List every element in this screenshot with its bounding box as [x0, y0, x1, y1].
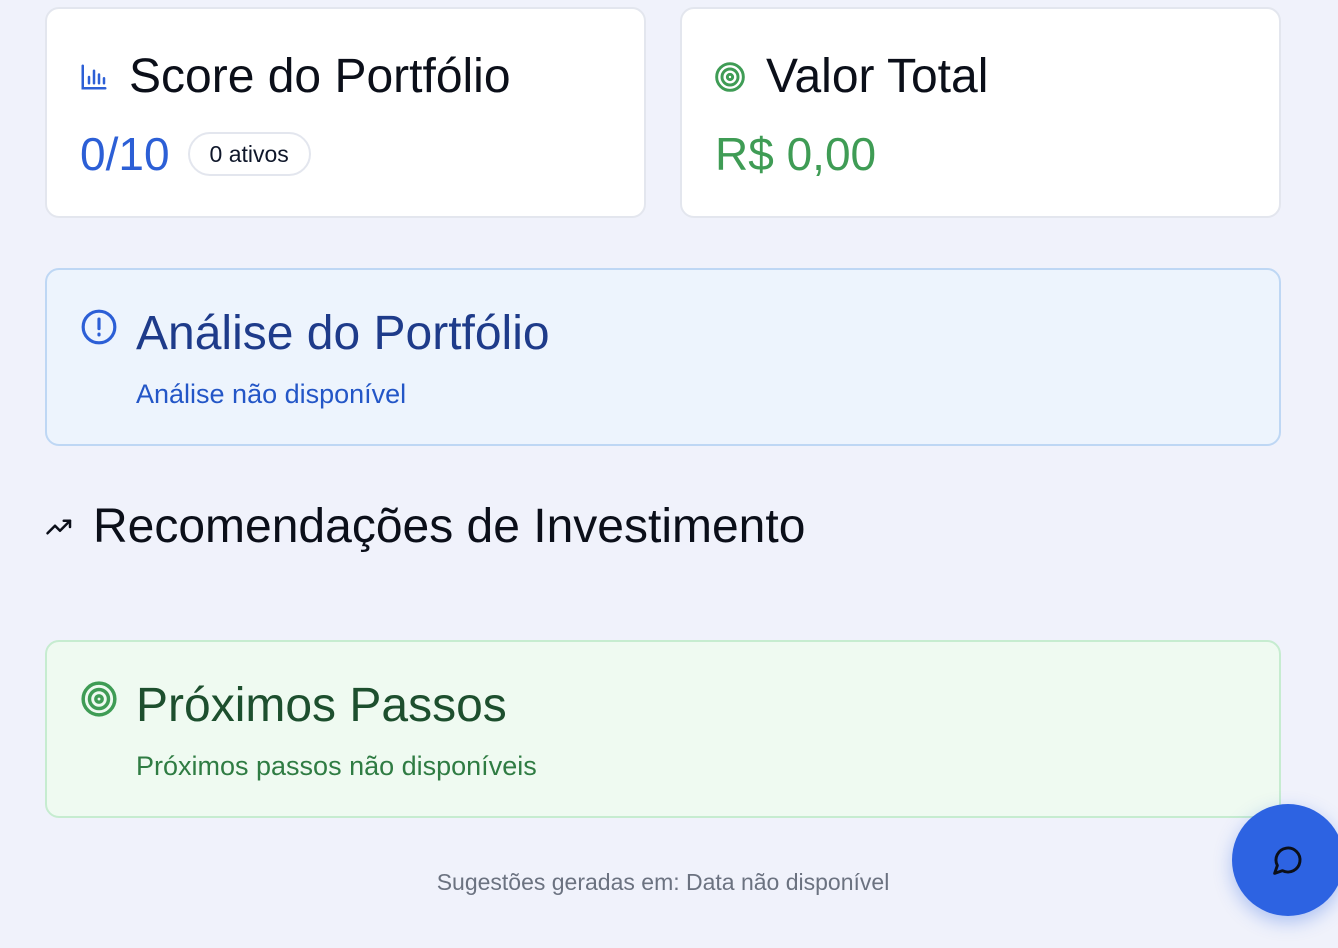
recommendations-title: Recomendações de Investimento: [93, 500, 806, 553]
page: Score do Portfólio 0/10 0 ativos Valor T…: [0, 0, 1338, 948]
chat-button[interactable]: [1232, 804, 1338, 916]
portfolio-score-header: Score do Portfólio: [79, 51, 511, 103]
generated-at-footer: Sugestões geradas em: Data não disponíve…: [436, 869, 890, 895]
portfolio-score-row: 0/10 0 ativos: [80, 129, 311, 179]
portfolio-score-value: 0/10: [80, 128, 170, 180]
next-steps-text: Próximos passos não disponíveis: [136, 751, 537, 781]
portfolio-analysis-text: Análise não disponível: [136, 379, 407, 409]
next-steps-title: Próximos Passos: [136, 679, 507, 732]
target-icon: [714, 61, 746, 93]
total-value-card: Valor Total R$ 0,00: [680, 7, 1281, 218]
total-value-amount: R$ 0,00: [715, 128, 877, 180]
trending-up-icon: [45, 512, 75, 542]
assets-count-badge: 0 ativos: [187, 132, 311, 176]
portfolio-score-card: Score do Portfólio 0/10 0 ativos: [45, 7, 646, 218]
next-steps-panel: Próximos Passos Próximos passos não disp…: [45, 640, 1281, 818]
portfolio-analysis-panel: Análise do Portfólio Análise não disponí…: [45, 268, 1281, 446]
total-value-header: Valor Total: [714, 51, 988, 103]
portfolio-score-title: Score do Portfólio: [129, 50, 511, 103]
alert-circle-icon: [80, 308, 118, 346]
recommendations-heading: Recomendações de Investimento: [45, 500, 805, 554]
message-circle-icon: [1272, 844, 1304, 876]
portfolio-analysis-title: Análise do Portfólio: [136, 307, 550, 360]
target-icon: [80, 680, 118, 718]
total-value-title: Valor Total: [766, 50, 989, 103]
bar-chart-icon: [79, 62, 109, 92]
